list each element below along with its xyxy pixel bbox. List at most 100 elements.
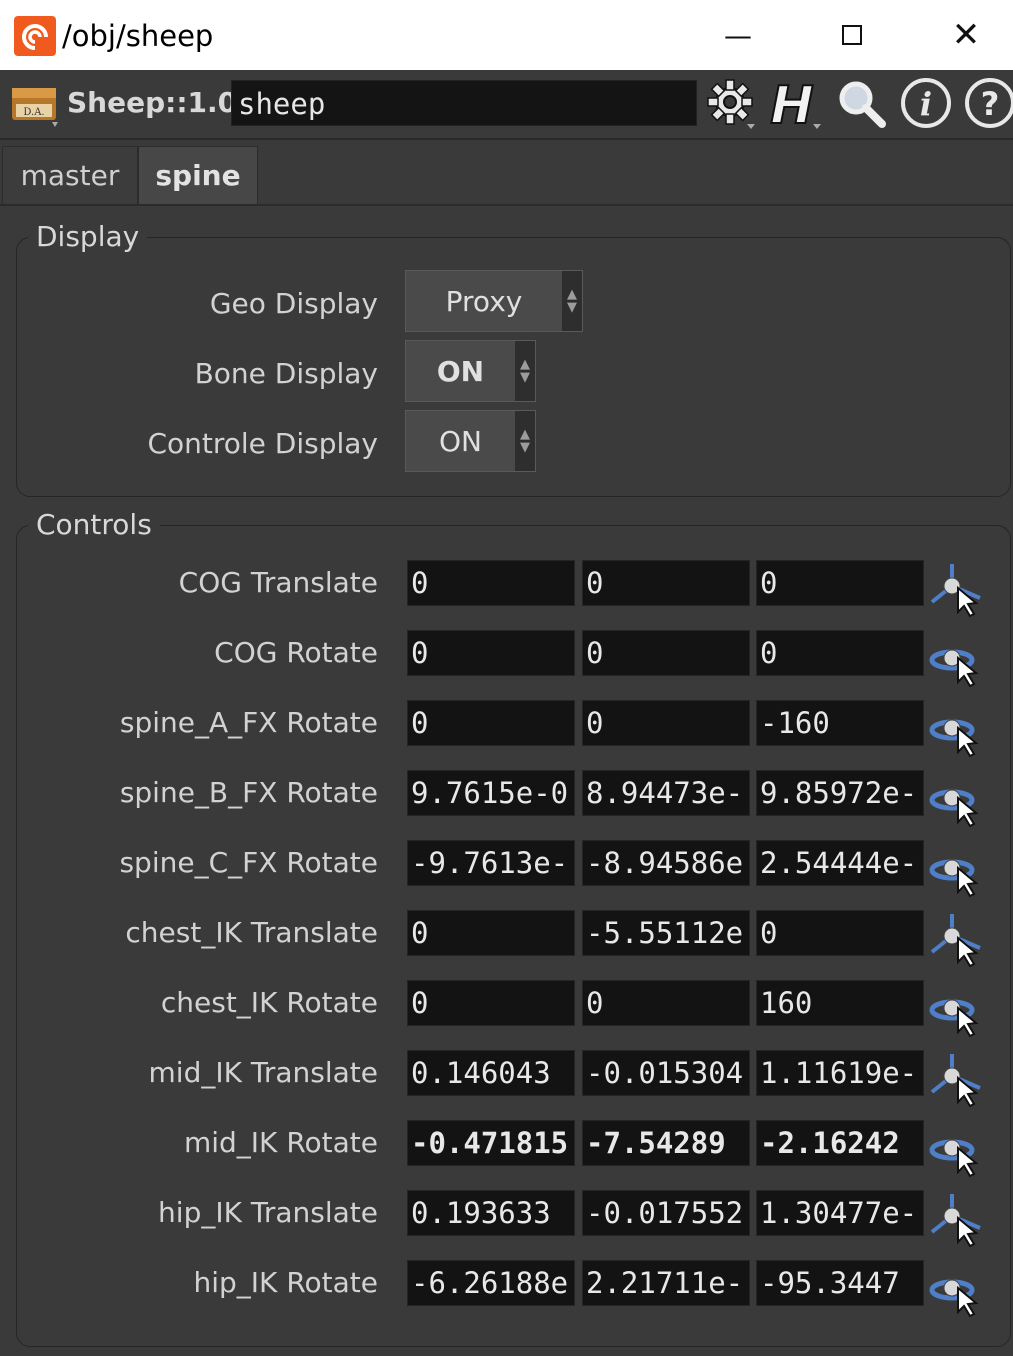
houdini-help-h-icon[interactable]: H — [767, 76, 821, 130]
display-group-title: Display — [28, 220, 148, 253]
translate-handle-button[interactable] — [928, 1190, 984, 1248]
rotate-handle-icon — [929, 1139, 979, 1178]
operator-name-field[interactable]: sheep — [231, 80, 697, 126]
cog-rotate-label: COG Rotate — [214, 636, 378, 669]
window-title: /obj/sheep — [62, 19, 214, 53]
maximize-icon — [842, 25, 862, 45]
info-icon[interactable]: i — [899, 76, 953, 130]
cog-rotate-z-field[interactable]: 0 — [756, 630, 924, 676]
mid-ik-rotate-label: mid_IK Rotate — [183, 1126, 378, 1159]
chest-ik-rotate-x-field[interactable]: 0 — [407, 980, 575, 1026]
controle-display-label: Controle Display — [147, 427, 378, 460]
tab-spine[interactable]: spine — [138, 146, 258, 204]
spine-b-fx-rotate-y-field[interactable]: 8.94473e- — [582, 770, 750, 816]
rotate-handle-icon — [929, 1279, 979, 1318]
minimize-button[interactable]: — — [708, 10, 768, 60]
tab-master[interactable]: master — [2, 146, 138, 204]
bone-display-value: ON — [436, 354, 485, 388]
bone-display-label: Bone Display — [194, 357, 378, 390]
mid-ik-rotate-y-field[interactable]: -7.54289 — [582, 1120, 750, 1166]
close-icon: ✕ — [951, 15, 981, 55]
spine-c-fx-rotate-label: spine_C_FX Rotate — [119, 846, 378, 879]
spine-b-fx-rotate-label: spine_B_FX Rotate — [119, 776, 378, 809]
rotate-handle-button[interactable] — [928, 770, 984, 828]
translate-handle-icon — [930, 1194, 981, 1248]
chest-ik-rotate-label: chest_IK Rotate — [160, 986, 378, 1019]
hip-ik-rotate-z-field[interactable]: -95.3447 — [756, 1260, 924, 1306]
close-button[interactable]: ✕ — [936, 10, 996, 60]
search-icon[interactable] — [834, 76, 888, 130]
chevron-updown-icon: ▲ ▼ — [562, 271, 582, 331]
hip-ik-translate-label: hip_IK Translate — [158, 1196, 378, 1229]
chest-ik-translate-z-field[interactable]: 0 — [756, 910, 924, 956]
translate-handle-icon — [930, 564, 981, 618]
svg-text:H: H — [770, 76, 814, 130]
spine-b-fx-rotate-x-field[interactable]: 9.7615e-0 — [407, 770, 575, 816]
mid-ik-translate-x-field[interactable]: 0.146043 — [407, 1050, 575, 1096]
chest-ik-rotate-y-field[interactable]: 0 — [582, 980, 750, 1026]
rotate-handle-button[interactable] — [928, 840, 984, 898]
spine-b-fx-rotate-z-field[interactable]: 9.85972e- — [756, 770, 924, 816]
mid-ik-rotate-x-field[interactable]: -0.471815 — [407, 1120, 575, 1166]
houdini-logo-icon — [14, 16, 56, 56]
hip-ik-translate-x-field[interactable]: 0.193633 — [407, 1190, 575, 1236]
rotate-handle-button[interactable] — [928, 1120, 984, 1178]
bone-display-menu[interactable]: ON ▲ ▼ — [405, 340, 536, 402]
cog-translate-x-field[interactable]: 0 — [407, 560, 575, 606]
hip-ik-translate-y-field[interactable]: -0.017552 — [582, 1190, 750, 1236]
controle-display-menu[interactable]: ON ▲ ▼ — [405, 410, 536, 472]
chest-ik-translate-y-field[interactable]: -5.55112e — [582, 910, 750, 956]
window-titlebar: /obj/sheep — ✕ — [0, 0, 1013, 70]
spine-c-fx-rotate-z-field[interactable]: 2.54444e- — [756, 840, 924, 886]
help-question-icon[interactable]: ? — [962, 76, 1013, 130]
chest-ik-translate-label: chest_IK Translate — [125, 916, 378, 949]
rotate-handle-button[interactable] — [928, 1260, 984, 1318]
spine-c-fx-rotate-y-field[interactable]: -8.94586e — [582, 840, 750, 886]
controls-group-title: Controls — [28, 508, 160, 541]
rotate-handle-icon — [929, 789, 979, 828]
minimize-icon: — — [724, 18, 752, 52]
gear-icon[interactable] — [703, 76, 757, 130]
chevron-updown-icon: ▲ ▼ — [515, 411, 535, 471]
spine-a-fx-rotate-x-field[interactable]: 0 — [407, 700, 575, 746]
svg-text:i: i — [920, 85, 932, 123]
translate-handle-icon — [930, 914, 981, 968]
cog-translate-y-field[interactable]: 0 — [582, 560, 750, 606]
spine-a-fx-rotate-z-field[interactable]: -160 — [756, 700, 924, 746]
svg-text:D.A.: D.A. — [23, 107, 44, 118]
cog-rotate-y-field[interactable]: 0 — [582, 630, 750, 676]
hip-ik-translate-z-field[interactable]: 1.30477e- — [756, 1190, 924, 1236]
controle-display-value: ON — [439, 424, 482, 458]
digital-asset-icon[interactable]: D.A. — [8, 76, 60, 128]
rotate-handle-button[interactable] — [928, 700, 984, 758]
spine-c-fx-rotate-x-field[interactable]: -9.7613e- — [407, 840, 575, 886]
cog-rotate-x-field[interactable]: 0 — [407, 630, 575, 676]
rotate-handle-button[interactable] — [928, 630, 984, 688]
tab-bar: master spine — [0, 140, 1013, 206]
translate-handle-icon — [930, 1054, 981, 1108]
operator-type-label: Sheep::1.0 — [67, 86, 238, 119]
rotate-handle-icon — [929, 649, 979, 688]
mid-ik-translate-label: mid_IK Translate — [148, 1056, 378, 1089]
hip-ik-rotate-y-field[interactable]: 2.21711e- — [582, 1260, 750, 1306]
mid-ik-rotate-z-field[interactable]: -2.16242 — [756, 1120, 924, 1166]
mid-ik-translate-z-field[interactable]: 1.11619e- — [756, 1050, 924, 1096]
cog-translate-z-field[interactable]: 0 — [756, 560, 924, 606]
chest-ik-translate-x-field[interactable]: 0 — [407, 910, 575, 956]
maximize-button[interactable] — [822, 10, 882, 60]
spine-a-fx-rotate-label: spine_A_FX Rotate — [119, 706, 378, 739]
translate-handle-button[interactable] — [928, 1050, 984, 1108]
spine-a-fx-rotate-y-field[interactable]: 0 — [582, 700, 750, 746]
geo-display-menu[interactable]: Proxy ▲ ▼ — [405, 270, 583, 332]
translate-handle-button[interactable] — [928, 910, 984, 968]
rotate-handle-icon — [929, 719, 979, 758]
svg-text:?: ? — [981, 85, 1000, 123]
hip-ik-rotate-x-field[interactable]: -6.26188e — [407, 1260, 575, 1306]
chest-ik-rotate-z-field[interactable]: 160 — [756, 980, 924, 1026]
geo-display-label: Geo Display — [209, 287, 378, 320]
chevron-updown-icon: ▲ ▼ — [515, 341, 535, 401]
mid-ik-translate-y-field[interactable]: -0.015304 — [582, 1050, 750, 1096]
translate-handle-button[interactable] — [928, 560, 984, 618]
rotate-handle-button[interactable] — [928, 980, 984, 1038]
operator-bar: D.A. Sheep::1.0 sheep H i ? — [0, 70, 1013, 140]
